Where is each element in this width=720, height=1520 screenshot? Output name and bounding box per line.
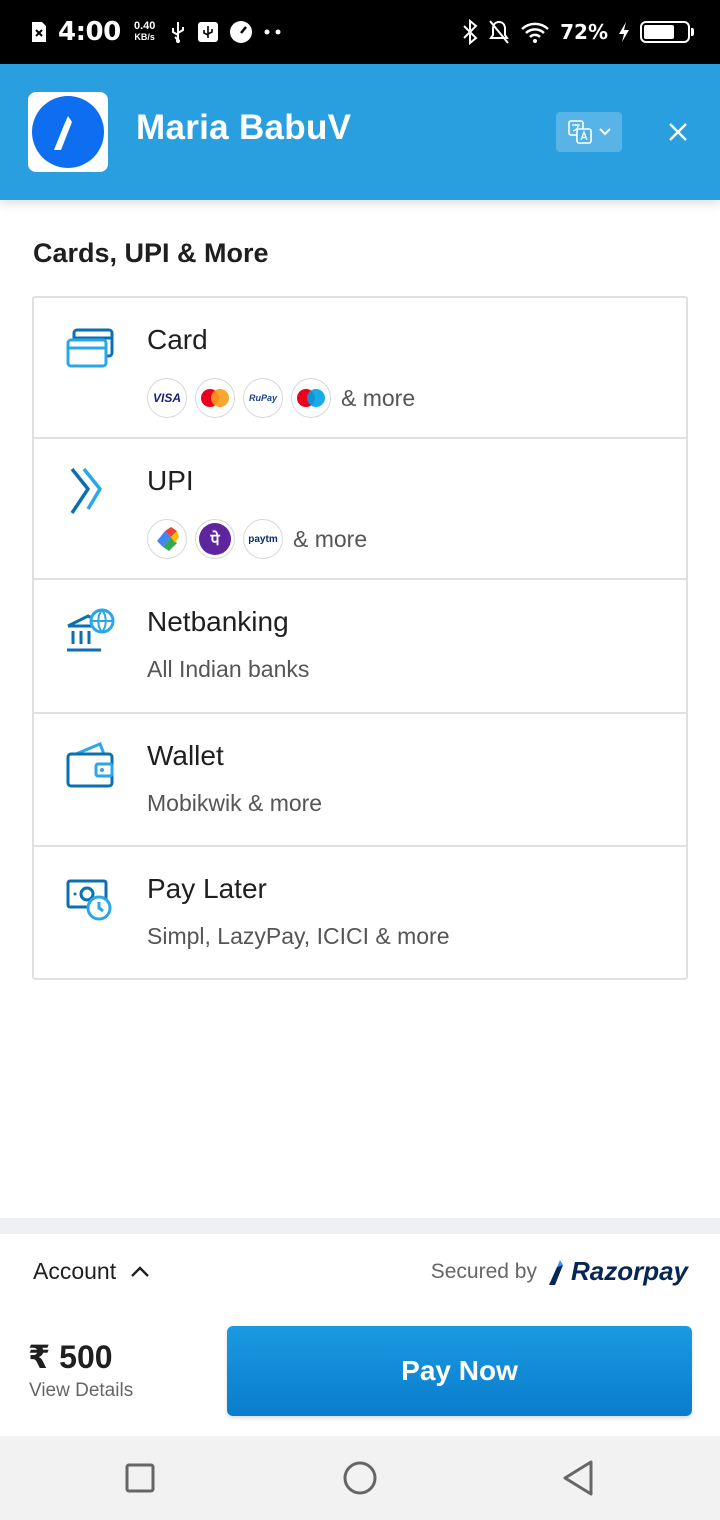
visa-icon: VISA	[147, 378, 187, 418]
pay-bar: ₹ 500 View Details Pay Now	[0, 1306, 720, 1436]
network-speed: 0.40 KB/s	[133, 20, 156, 43]
home-button[interactable]	[342, 1460, 378, 1496]
method-subtitle: Mobikwik & more	[147, 790, 323, 816]
method-netbanking[interactable]: Netbanking All Indian banks	[34, 580, 686, 714]
account-toggle[interactable]: Account	[33, 1258, 150, 1285]
card-icon	[66, 328, 114, 368]
method-title: Wallet	[147, 740, 224, 771]
clock: 4:00	[58, 17, 121, 47]
charging-icon	[619, 22, 629, 42]
sim-card-icon	[32, 22, 46, 42]
upi-icon	[70, 467, 102, 514]
status-bar: 4:00 0.40 KB/s 72%	[0, 0, 720, 64]
more-label: & more	[293, 525, 368, 552]
card-networks: VISA RuPay & more	[147, 378, 415, 418]
home-circle-icon	[343, 1461, 377, 1495]
secured-bar: Account Secured by Razorpay	[0, 1234, 720, 1306]
bank-globe-icon	[67, 608, 115, 652]
more-notifications-icon	[264, 29, 281, 35]
method-subtitle: All Indian banks	[147, 656, 310, 682]
method-title: Card	[147, 324, 208, 355]
paytm-icon: paytm	[243, 519, 283, 559]
method-title: Pay Later	[147, 873, 267, 904]
usb-debug-icon	[197, 22, 218, 42]
rupay-icon: RuPay	[243, 378, 283, 418]
battery-level	[644, 25, 675, 39]
razorpay-logo-icon	[548, 1259, 563, 1285]
usb-icon	[171, 22, 184, 43]
pay-now-button[interactable]: Pay Now	[227, 1326, 692, 1416]
back-button[interactable]	[560, 1460, 596, 1496]
razorpay-logo-icon	[54, 116, 72, 150]
battery-icon	[640, 21, 694, 43]
mastercard-icon	[195, 378, 235, 418]
translate-icon	[568, 120, 592, 144]
checkout-header: Maria BabuV	[0, 64, 720, 200]
maestro-icon	[291, 378, 331, 418]
more-label: & more	[341, 384, 416, 411]
battery-percent: 72%	[560, 20, 608, 44]
method-card[interactable]: Card VISA RuPay & more	[34, 298, 686, 439]
language-selector[interactable]	[556, 112, 622, 152]
method-pay-later[interactable]: Pay Later Simpl, LazyPay, ICICI & more	[34, 847, 686, 978]
pay-later-icon	[66, 879, 112, 921]
amount: ₹ 500	[28, 1339, 113, 1375]
chevron-down-icon	[599, 128, 611, 136]
recents-button[interactable]	[122, 1460, 158, 1496]
recents-square-icon	[125, 1463, 155, 1493]
upi-apps: पे paytm & more	[147, 519, 367, 559]
account-label: Account	[33, 1258, 117, 1284]
phonepe-icon: पे	[195, 519, 235, 559]
google-pay-icon	[147, 519, 187, 559]
secured-by-label: Secured by	[430, 1259, 537, 1283]
system-nav-bar	[0, 1436, 720, 1520]
payment-methods-list: Card VISA RuPay & more UPI पे paytm & mo…	[32, 296, 688, 980]
method-upi[interactable]: UPI पे paytm & more	[34, 439, 686, 580]
method-wallet[interactable]: Wallet Mobikwik & more	[34, 714, 686, 847]
razorpay-brand: Razorpay	[547, 1256, 688, 1287]
chevron-up-icon	[131, 1265, 149, 1277]
merchant-name: Maria BabuV	[136, 108, 352, 147]
divider	[0, 1218, 720, 1234]
razorpay-wordmark: Razorpay	[570, 1256, 688, 1286]
method-subtitle: Simpl, LazyPay, ICICI & more	[147, 923, 450, 949]
speedometer-icon	[229, 21, 252, 43]
wallet-icon	[66, 742, 114, 788]
mute-bell-icon	[489, 20, 509, 44]
method-title: Netbanking	[147, 606, 289, 637]
bluetooth-icon	[463, 19, 478, 45]
back-triangle-icon	[563, 1460, 593, 1496]
merchant-logo	[28, 92, 108, 172]
close-button[interactable]	[660, 114, 696, 150]
close-icon	[669, 123, 687, 141]
payment-methods-title: Cards, UPI & More	[33, 238, 269, 268]
wifi-icon	[521, 22, 549, 43]
secured-by-razorpay: Secured by Razorpay	[431, 1256, 688, 1287]
view-details-link[interactable]: View Details	[29, 1380, 133, 1402]
method-title: UPI	[147, 465, 194, 496]
